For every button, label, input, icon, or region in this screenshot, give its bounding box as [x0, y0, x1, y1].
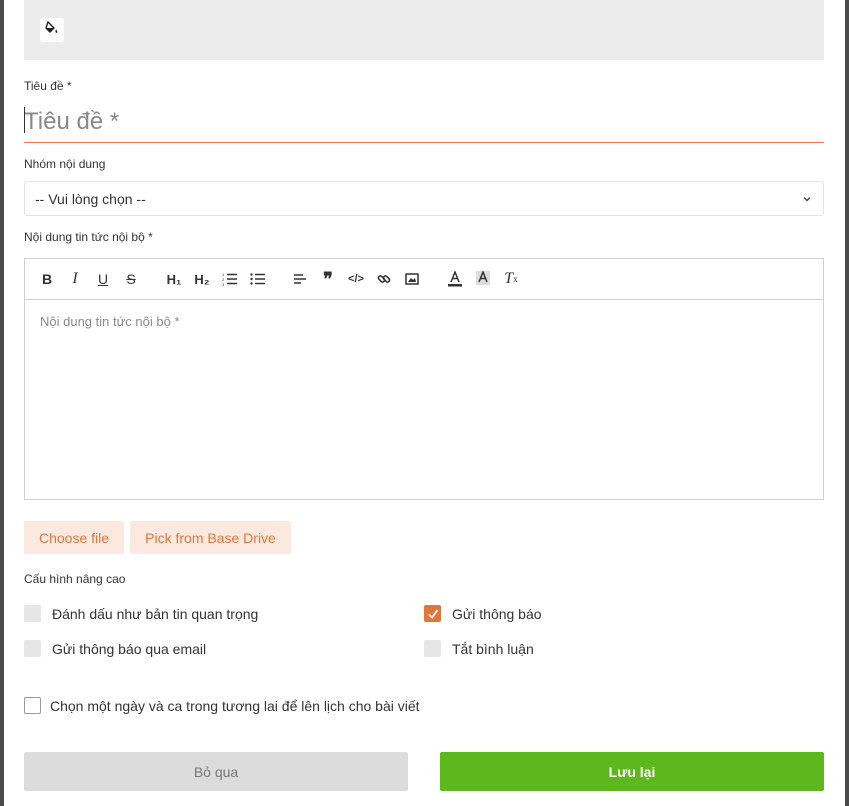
checkbox-box[interactable] — [424, 640, 441, 657]
highlight-icon[interactable] — [474, 270, 492, 288]
chevron-down-icon — [801, 192, 813, 208]
editor-toolbar: B I U S H₁ H₂ 123 ❞ </> T x — [25, 259, 823, 300]
title-label: Tiêu đề * — [24, 79, 72, 93]
svg-text:3: 3 — [222, 282, 225, 286]
save-button[interactable]: Lưu lại — [440, 752, 824, 791]
group-label: Nhóm nội dung — [24, 157, 106, 171]
underline-icon[interactable]: U — [94, 270, 112, 288]
clear-format-icon[interactable]: Tx — [502, 270, 520, 288]
heading-1-icon[interactable]: H₁ — [165, 270, 183, 288]
heading-2-icon[interactable]: H₂ — [193, 270, 211, 288]
schedule-post-label: Chọn một ngày và ca trong tương lai để l… — [50, 697, 420, 714]
checkbox-box[interactable] — [24, 640, 41, 657]
checkmark-icon — [427, 608, 438, 619]
cover-image-area[interactable] — [24, 0, 824, 60]
cover-color-button[interactable] — [40, 18, 64, 42]
strikethrough-icon[interactable]: S — [122, 270, 140, 288]
group-selected-value: -- Vui lòng chọn -- — [35, 190, 146, 207]
advanced-settings-label: Cấu hình nâng cao — [24, 572, 126, 586]
email-notification-checkbox[interactable]: Gửi thông báo qua email — [24, 640, 206, 657]
pick-from-drive-button[interactable]: Pick from Base Drive — [130, 521, 291, 554]
send-notification-label: Gửi thông báo — [452, 605, 542, 622]
rich-text-editor: B I U S H₁ H₂ 123 ❞ </> T x Nội dung tin… — [24, 258, 824, 500]
email-notification-label: Gửi thông báo qua email — [52, 640, 207, 657]
important-news-label: Đánh dấu như bản tin quan trọng — [52, 605, 259, 622]
create-news-modal: Tiêu đề * Nhóm nội dung -- Vui lòng chọn… — [4, 0, 845, 806]
text-color-icon[interactable] — [446, 270, 464, 288]
checkbox-box-checked[interactable] — [424, 605, 441, 622]
link-icon[interactable] — [375, 270, 393, 288]
align-left-icon[interactable] — [291, 270, 309, 288]
image-icon[interactable] — [403, 270, 421, 288]
disable-comments-checkbox[interactable]: Tắt bình luận — [424, 640, 534, 657]
important-news-checkbox[interactable]: Đánh dấu như bản tin quan trọng — [24, 605, 258, 622]
schedule-post-checkbox[interactable]: Chọn một ngày và ca trong tương lai để l… — [24, 697, 420, 714]
cancel-button[interactable]: Bỏ qua — [24, 752, 408, 791]
ordered-list-icon[interactable]: 123 — [221, 270, 239, 288]
checkbox-box[interactable] — [24, 605, 41, 622]
bold-icon[interactable]: B — [38, 270, 56, 288]
checkbox-box[interactable] — [24, 697, 41, 714]
code-icon[interactable]: </> — [347, 270, 365, 288]
disable-comments-label: Tắt bình luận — [452, 640, 534, 657]
editor-content-area[interactable]: Nội dung tin tức nội bộ * — [25, 300, 823, 343]
choose-file-button[interactable]: Choose file — [24, 521, 124, 554]
content-group-select[interactable]: -- Vui lòng chọn -- — [24, 181, 824, 216]
content-label: Nội dung tin tức nội bộ * — [24, 230, 153, 244]
quote-icon[interactable]: ❞ — [319, 269, 337, 289]
send-notification-checkbox[interactable]: Gửi thông báo — [424, 605, 542, 622]
bullet-list-icon[interactable] — [249, 270, 267, 288]
paint-bucket-icon — [45, 20, 59, 40]
italic-icon[interactable]: I — [66, 270, 84, 288]
title-input[interactable] — [24, 102, 824, 143]
text-caret — [24, 107, 25, 133]
editor-placeholder: Nội dung tin tức nội bộ * — [40, 314, 180, 329]
